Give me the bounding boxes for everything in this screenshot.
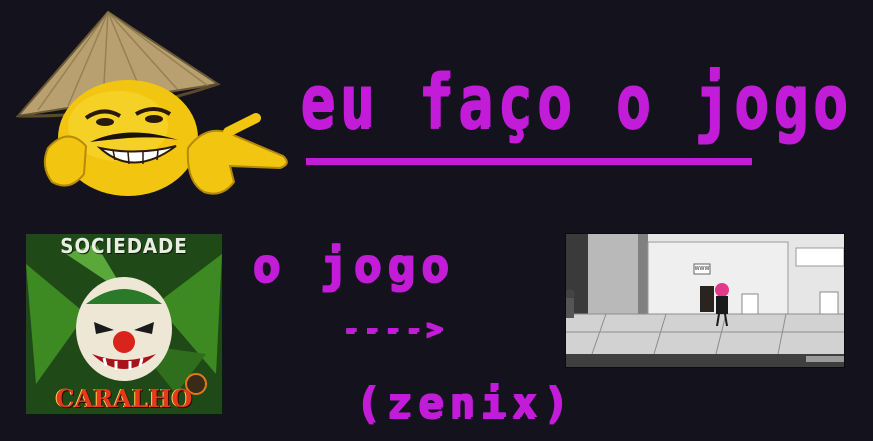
album-bottom-text: CARALHO — [55, 384, 193, 413]
subtitle-text: o jogo — [252, 238, 455, 292]
game-screenshot-image: WWW — [566, 234, 844, 367]
game-sign-text: WWW — [694, 266, 710, 272]
album-top-text: SOCIEDADE — [60, 234, 188, 258]
headline-title: eu faço o jogo — [300, 59, 853, 145]
album-cover-image: SOCIEDADE CARALHO — [26, 234, 222, 414]
game-scene-icon — [566, 234, 844, 367]
headline-underline — [306, 158, 752, 165]
arrow-text: ----> — [342, 312, 447, 345]
pointing-emoji-icon — [15, 10, 288, 196]
credit-text: (zenix) — [355, 378, 575, 427]
